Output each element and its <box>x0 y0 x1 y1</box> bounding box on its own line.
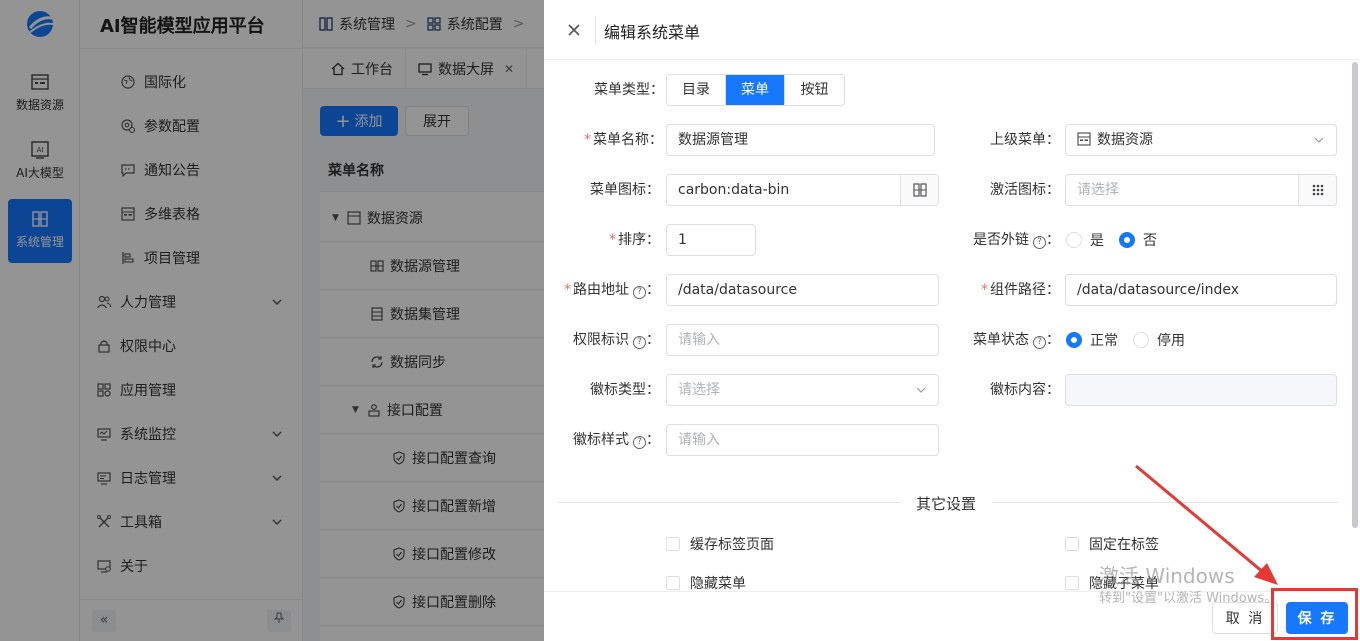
icon-picker-button[interactable] <box>900 175 938 205</box>
annotation-highlight-box <box>1271 588 1358 640</box>
badge-type-placeholder: 请选择 <box>678 382 720 398</box>
menu-status-normal-radio[interactable]: 正常 <box>1066 324 1118 356</box>
external-link-label-text: 是否外链 <box>973 232 1029 248</box>
route-label-text: 路由地址 <box>573 282 629 298</box>
badge-style-input[interactable]: 请输入 <box>666 424 939 456</box>
parent-menu-value: 数据资源 <box>1097 132 1153 148</box>
external-link-yes-radio[interactable]: 是 <box>1066 224 1104 256</box>
checkbox-box <box>666 537 680 551</box>
radio-dot <box>1119 232 1135 248</box>
menu-icon-label: 菜单图标： <box>590 182 660 198</box>
permission-label: 权限标识?： <box>573 332 660 349</box>
table-icon <box>1077 132 1091 146</box>
required-mark: * <box>564 282 571 298</box>
required-mark: * <box>981 282 988 298</box>
menu-type-label: 菜单类型： <box>594 82 664 98</box>
close-icon[interactable] <box>564 20 584 40</box>
menu-name-label: * 菜单名称： <box>584 124 663 156</box>
route-input[interactable]: /data/datasource <box>666 274 939 306</box>
radio-label: 正常 <box>1090 333 1118 349</box>
menu-type-option-menu[interactable]: 菜单 <box>726 75 785 105</box>
sort-label: * 排序： <box>594 224 660 256</box>
question-icon[interactable]: ? <box>633 336 646 349</box>
data-bin-icon <box>912 183 927 197</box>
active-icon-label: 激活图标： <box>990 182 1060 198</box>
checkbox-box <box>1065 537 1079 551</box>
active-icon-input[interactable]: 请选择 <box>1065 174 1337 206</box>
radio-dot <box>1066 332 1082 348</box>
radio-dot <box>1133 332 1149 348</box>
checkbox-label: 缓存标签页面 <box>690 537 774 553</box>
radio-label: 是 <box>1090 233 1104 249</box>
other-settings-title: 其它设置 <box>900 493 993 514</box>
badge-content-input <box>1065 374 1337 406</box>
component-input[interactable]: /data/datasource/index <box>1065 274 1337 306</box>
badge-content-label: 徽标内容： <box>990 382 1060 398</box>
external-link-label: 是否外链?： <box>973 232 1060 249</box>
parent-menu-label: 上级菜单： <box>990 132 1060 148</box>
badge-type-select[interactable]: 请选择 <box>666 374 939 406</box>
question-icon[interactable]: ? <box>1033 236 1046 249</box>
checkbox-box <box>666 576 680 590</box>
sort-input[interactable]: 1 <box>666 224 756 256</box>
cache-tab-checkbox[interactable]: 缓存标签页面 <box>666 532 774 556</box>
scrollbar[interactable] <box>1352 62 1358 528</box>
radio-dot <box>1066 232 1082 248</box>
badge-style-label-text: 徽标样式 <box>573 432 629 448</box>
route-label: * 路由地址?： <box>564 282 660 299</box>
component-label-text: 组件路径： <box>990 282 1060 298</box>
component-label: * 组件路径： <box>964 274 1060 306</box>
divider <box>595 16 596 44</box>
checkbox-box <box>1065 576 1079 590</box>
radio-label: 停用 <box>1157 333 1185 349</box>
menu-icon-input[interactable]: carbon:data-bin <box>666 174 939 206</box>
menu-type-option-directory[interactable]: 目录 <box>667 75 726 105</box>
annotation-arrow-icon <box>1135 464 1278 585</box>
badge-type-label: 徽标类型： <box>590 382 660 398</box>
sort-label-text: 排序： <box>618 232 660 248</box>
permission-label-text: 权限标识 <box>573 332 629 348</box>
drawer-title: 编辑系统菜单 <box>604 23 701 42</box>
menu-name-input[interactable]: 数据源管理 <box>666 124 935 156</box>
menu-type-segmented: 目录 菜单 按钮 <box>666 74 845 106</box>
menu-name-label-text: 菜单名称： <box>593 132 663 148</box>
permission-input[interactable]: 请输入 <box>666 324 939 356</box>
menu-status-disabled-radio[interactable]: 停用 <box>1133 324 1185 356</box>
required-mark: * <box>609 232 616 248</box>
menu-type-option-button[interactable]: 按钮 <box>785 75 844 105</box>
badge-style-label: 徽标样式?： <box>573 432 660 449</box>
menu-status-label: 菜单状态?： <box>973 332 1060 349</box>
parent-menu-select[interactable]: 数据资源 <box>1065 124 1337 156</box>
checkbox-label: 隐藏菜单 <box>690 576 746 592</box>
menu-status-label-text: 菜单状态 <box>973 332 1029 348</box>
drawer-header: 编辑系统菜单 <box>544 0 1360 60</box>
icon-picker-button[interactable] <box>1298 175 1336 205</box>
menu-icon-value: carbon:data-bin <box>678 182 790 198</box>
grid-dots-icon <box>1312 184 1323 196</box>
external-link-no-radio[interactable]: 否 <box>1119 224 1157 256</box>
active-icon-placeholder: 请选择 <box>1077 182 1119 198</box>
question-icon[interactable]: ? <box>633 286 646 299</box>
chevron-down-icon <box>1314 137 1324 143</box>
question-icon[interactable]: ? <box>1033 336 1046 349</box>
cancel-button[interactable]: 取 消 <box>1212 602 1278 634</box>
required-mark: * <box>584 132 591 148</box>
question-icon[interactable]: ? <box>633 436 646 449</box>
radio-label: 否 <box>1143 233 1157 249</box>
chevron-down-icon <box>916 387 926 393</box>
